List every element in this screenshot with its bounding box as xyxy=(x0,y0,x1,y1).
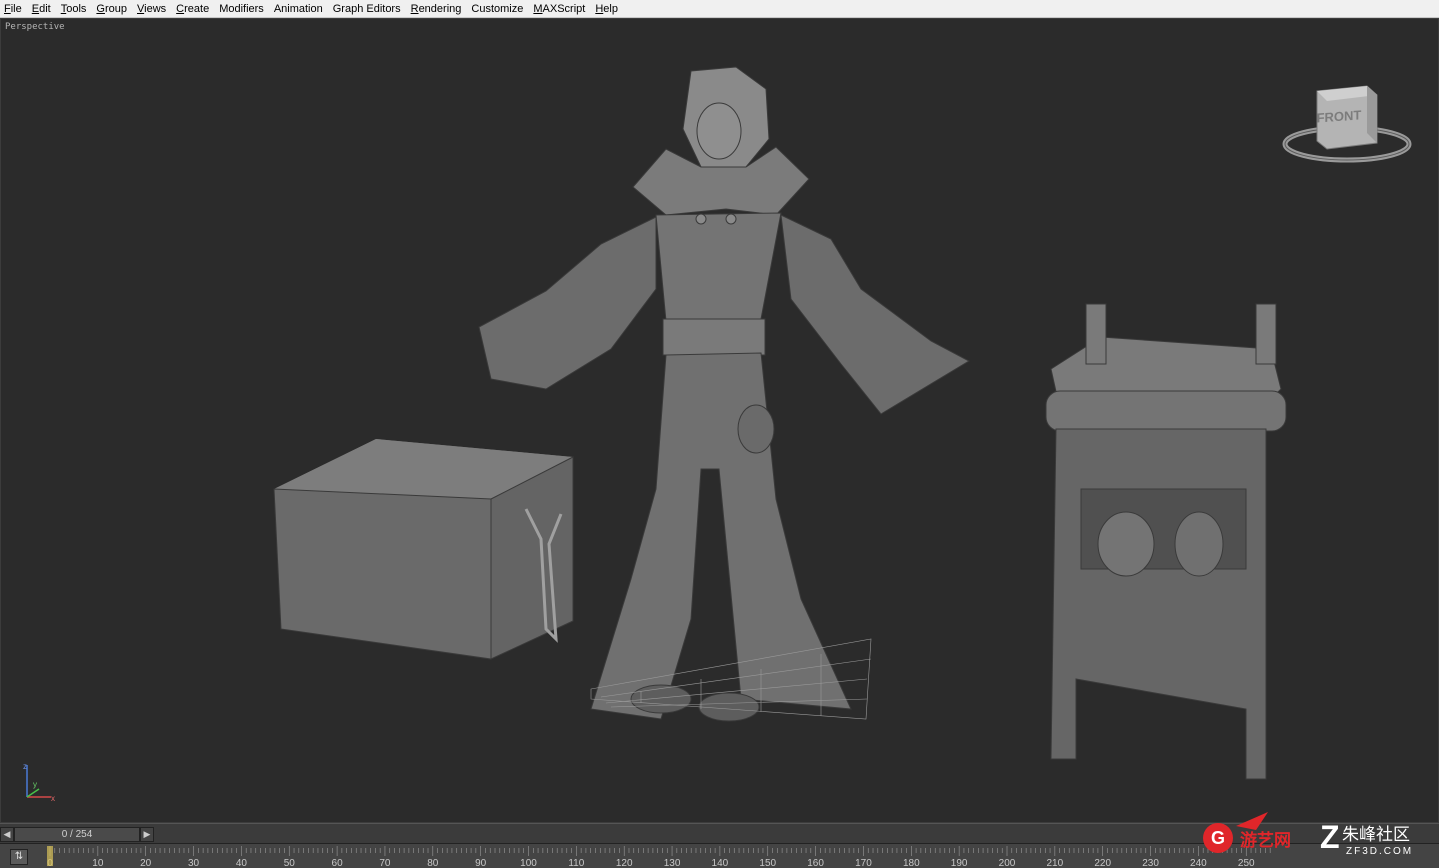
time-next-button[interactable]: ▶ xyxy=(140,827,154,842)
watermark-site1: 游艺网 xyxy=(1240,830,1291,851)
menu-item-help[interactable]: Help xyxy=(591,3,622,15)
menu-item-edit[interactable]: Edit xyxy=(28,3,55,15)
perspective-viewport[interactable]: Perspective FRONT z y x xyxy=(0,18,1439,823)
scene-render[interactable] xyxy=(1,19,1438,822)
menu-item-graph-editors[interactable]: Graph Editors xyxy=(329,3,405,15)
menu-item-views[interactable]: Views xyxy=(133,3,170,15)
svg-text:Z: Z xyxy=(1320,819,1340,855)
viewcube-front-label: FRONT xyxy=(1317,107,1362,125)
axis-y-label: y xyxy=(33,780,37,789)
box-model[interactable] xyxy=(273,439,574,660)
watermark-url: ZF3D.COM xyxy=(1346,846,1413,857)
menu-item-maxscript[interactable]: MAXScript xyxy=(529,3,589,15)
watermark-site2: 朱峰社区 xyxy=(1342,825,1410,845)
menu-item-file[interactable]: File xyxy=(0,3,26,15)
time-prev-button[interactable]: ◀ xyxy=(0,827,14,842)
menu-item-rendering[interactable]: Rendering xyxy=(407,3,466,15)
current-frame-marker xyxy=(47,846,53,866)
menu-item-group[interactable]: Group xyxy=(92,3,131,15)
axis-z-label: z xyxy=(23,762,27,771)
axis-tripod-icon: z y x xyxy=(23,762,55,803)
menu-item-tools[interactable]: Tools xyxy=(57,3,91,15)
viewcube[interactable]: FRONT xyxy=(1281,81,1413,181)
axis-x-label: x xyxy=(51,794,55,803)
time-slider[interactable]: 0 / 254 xyxy=(14,827,140,842)
menu-item-customize[interactable]: Customize xyxy=(467,3,527,15)
cart-model[interactable] xyxy=(1045,303,1287,780)
key-filter-icon[interactable]: ⇅ xyxy=(10,849,28,865)
watermark-logo: G 游艺网 Z 朱峰社区 ZF3D.COM xyxy=(1203,812,1413,857)
watermark-logo-char: G xyxy=(1211,828,1225,848)
menu-item-animation[interactable]: Animation xyxy=(270,3,327,15)
menu-item-modifiers[interactable]: Modifiers xyxy=(215,3,268,15)
menu-item-create[interactable]: Create xyxy=(172,3,213,15)
menu-bar: File Edit Tools Group Views Create Modifiers An… xyxy=(0,0,1439,18)
